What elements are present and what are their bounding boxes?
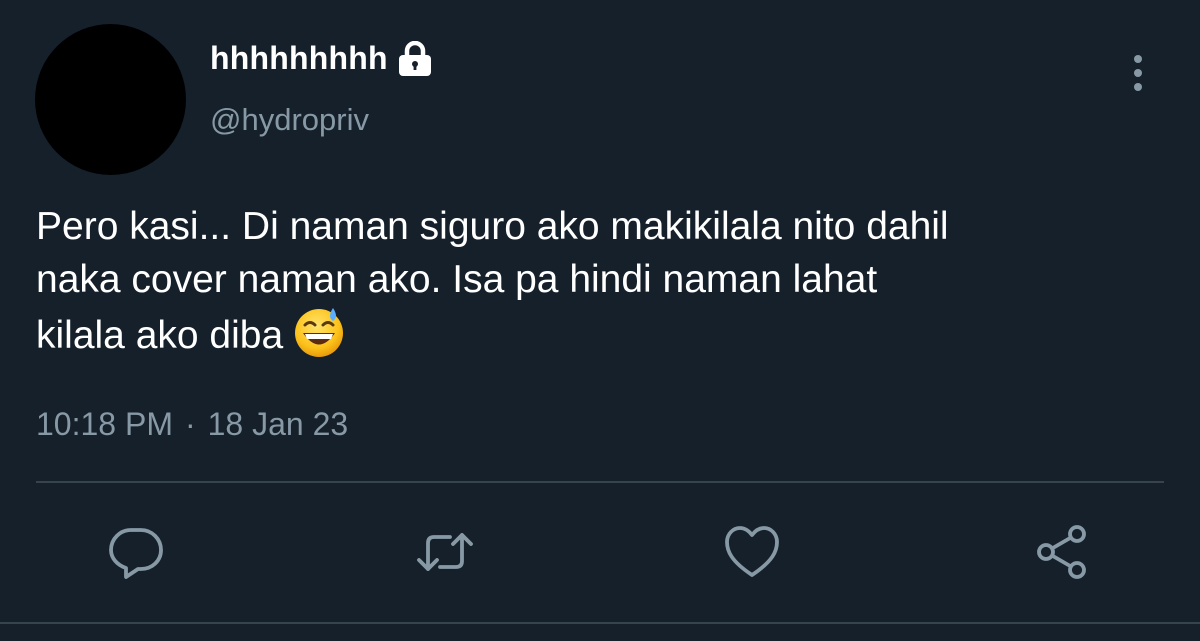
lock-icon: [398, 40, 432, 77]
tweet-text-segment: kilala ako diba: [36, 314, 284, 357]
tweet-date: 18 Jan 23: [207, 406, 349, 442]
retweet-icon: [417, 533, 473, 571]
author-name-row: hhhhhhhhh: [210, 40, 432, 77]
tweet-timestamp[interactable]: 10:18 PM · 18 Jan 23: [36, 406, 348, 443]
share-icon: [1037, 525, 1086, 579]
user-handle[interactable]: @hydropriv: [210, 102, 369, 138]
divider: [36, 481, 1164, 483]
tweet-card: hhhhhhhhh @hydropriv Pero kasi... Di nam…: [0, 0, 1200, 641]
reply-button[interactable]: [104, 520, 168, 584]
heart-icon: [725, 526, 779, 577]
tweet-text-line: Pero kasi... Di naman siguro ako makikil…: [36, 205, 949, 248]
reply-icon: [109, 528, 163, 579]
tweet-text-line: kilala ako diba: [36, 306, 1166, 362]
like-button[interactable]: [720, 520, 784, 584]
share-button[interactable]: [1030, 520, 1094, 584]
tweet-text: Pero kasi... Di naman siguro ako makikil…: [36, 200, 1166, 362]
bottom-divider: [0, 622, 1200, 624]
grinning-face-with-sweat-icon: [293, 306, 345, 358]
display-name[interactable]: hhhhhhhhh: [210, 40, 388, 77]
meta-separator: ·: [184, 406, 196, 442]
retweet-button[interactable]: [413, 520, 477, 584]
tweet-time: 10:18 PM: [36, 406, 173, 442]
more-options-icon[interactable]: [1124, 52, 1152, 96]
avatar[interactable]: [35, 24, 186, 175]
tweet-text-line: naka cover naman ako. Isa pa hindi naman…: [36, 258, 878, 301]
